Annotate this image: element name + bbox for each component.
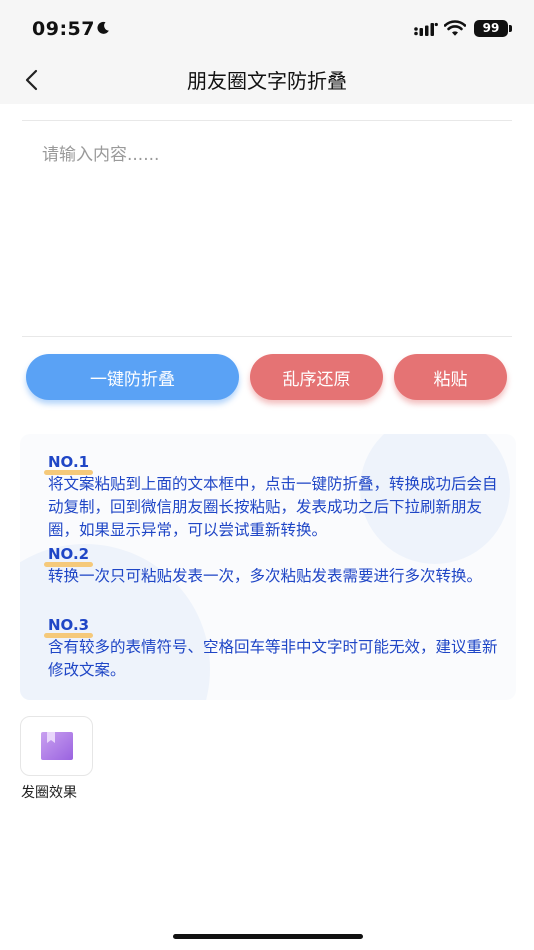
tip-label: NO.1 — [43, 453, 94, 475]
fold-proof-button[interactable]: 一键防折叠 — [26, 354, 239, 400]
tip-label: NO.3 — [43, 616, 94, 638]
tip-item: NO.3 含有较多的表情符号、空格回车等非中文字时可能无效，建议重新修改文案。 — [43, 615, 500, 682]
status-time: 09:57 — [32, 18, 95, 40]
tip-label: NO.2 — [43, 545, 94, 567]
restore-button[interactable]: 乱序还原 — [250, 354, 383, 400]
tip-text: 转换一次只可粘贴发表一次，多次粘贴发表需要进行多次转换。 — [48, 567, 483, 585]
tip-item: NO.2 转换一次只可粘贴发表一次，多次粘贴发表需要进行多次转换。 — [43, 544, 500, 588]
content-input[interactable] — [22, 126, 512, 331]
album-icon — [40, 732, 73, 760]
page-title: 朋友圈文字防折叠 — [187, 69, 347, 93]
tip-text: 含有较多的表情符号、空格回车等非中文字时可能无效，建议重新修改文案。 — [48, 638, 498, 679]
input-top-divider — [22, 120, 512, 121]
signal-icon — [414, 22, 438, 36]
battery-tip — [509, 25, 512, 32]
home-indicator — [173, 934, 363, 939]
moon-icon — [97, 21, 109, 34]
navigation-bar: 朋友圈文字防折叠 — [0, 56, 534, 104]
status-bar: 09:57 99 — [0, 0, 534, 56]
tips-card: NO.1 将文案粘贴到上面的文本框中，点击一键防折叠，转换成功后会自动复制，回到… — [20, 434, 516, 700]
tip-item: NO.1 将文案粘贴到上面的文本框中，点击一键防折叠，转换成功后会自动复制，回到… — [43, 452, 500, 542]
battery-indicator: 99 — [474, 20, 508, 37]
tip-text: 将文案粘贴到上面的文本框中，点击一键防折叠，转换成功后会自动复制，回到微信朋友圈… — [48, 475, 498, 539]
effect-preview-button[interactable] — [20, 716, 93, 776]
wifi-icon — [444, 20, 466, 36]
paste-button[interactable]: 粘贴 — [394, 354, 507, 400]
effect-label: 发圈效果 — [21, 785, 77, 801]
input-bottom-divider — [22, 336, 512, 337]
